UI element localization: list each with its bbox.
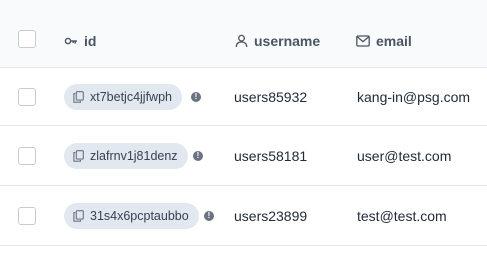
info-icon[interactable]: ! <box>204 210 214 221</box>
key-icon <box>64 34 78 48</box>
column-header-email-label: email <box>376 33 412 49</box>
table-row[interactable]: 31s4x6pcptaubbo ! users23899 test@test.c… <box>0 186 487 246</box>
users-table: id username email xt7betjc4jjfwph ! user… <box>0 0 487 255</box>
mail-icon <box>356 35 370 47</box>
email-cell: kang-in@psg.com <box>357 88 471 105</box>
username-cell: users58181 <box>234 147 308 164</box>
column-header-id[interactable]: id <box>64 30 96 52</box>
user-icon <box>235 34 248 48</box>
info-icon[interactable]: ! <box>193 150 203 161</box>
table-row[interactable]: xt7betjc4jjfwph ! users85932 kang-in@psg… <box>0 68 487 126</box>
copy-icon[interactable] <box>73 90 84 103</box>
id-value: zlafrnv1j81denz <box>90 148 178 163</box>
username-cell: users23899 <box>234 207 308 224</box>
column-header-username[interactable]: username <box>235 30 320 52</box>
column-header-username-label: username <box>254 33 321 49</box>
id-chip[interactable]: 31s4x6pcptaubbo <box>64 202 199 229</box>
table-header: id username email <box>0 0 487 68</box>
select-all-checkbox[interactable] <box>18 30 36 48</box>
row-checkbox[interactable] <box>18 87 36 106</box>
id-value: xt7betjc4jjfwph <box>90 89 172 104</box>
id-chip[interactable]: zlafrnv1j81denz <box>64 142 188 169</box>
row-checkbox[interactable] <box>18 206 36 225</box>
column-header-email[interactable]: email <box>356 30 412 52</box>
table-row[interactable]: zlafrnv1j81denz ! users58181 user@test.c… <box>0 126 487 186</box>
info-icon[interactable]: ! <box>191 91 201 102</box>
copy-icon[interactable] <box>73 209 84 222</box>
email-cell: user@test.com <box>357 147 452 164</box>
username-cell: users85932 <box>234 88 308 105</box>
copy-icon[interactable] <box>73 149 84 162</box>
id-value: 31s4x6pcptaubbo <box>90 208 189 223</box>
column-header-id-label: id <box>84 33 97 49</box>
email-cell: test@test.com <box>357 207 447 224</box>
id-chip[interactable]: xt7betjc4jjfwph <box>64 83 182 110</box>
row-checkbox[interactable] <box>18 146 36 165</box>
